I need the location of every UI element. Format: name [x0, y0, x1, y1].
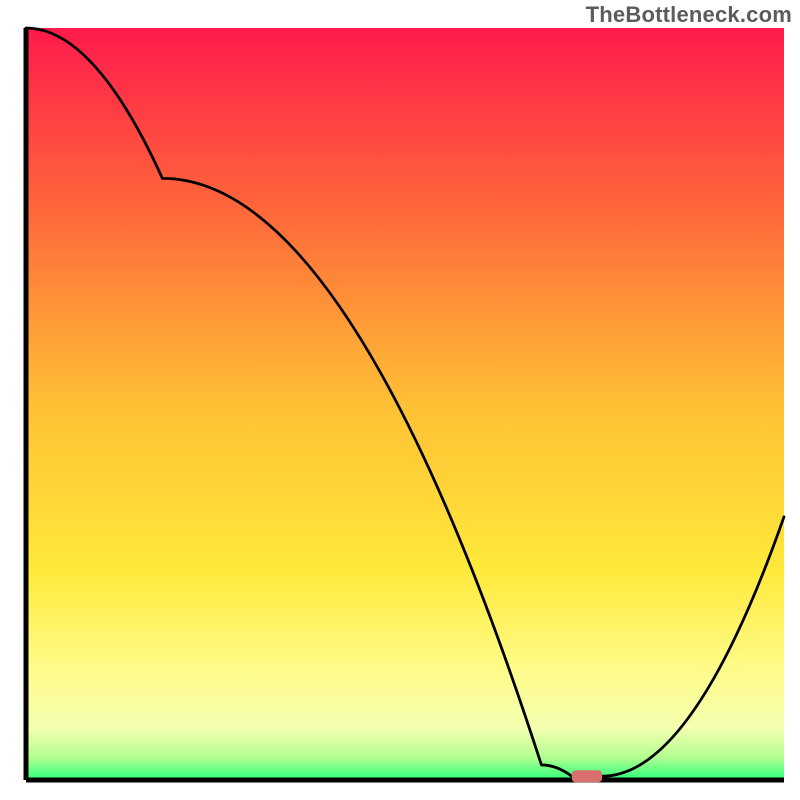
watermark-text: TheBottleneck.com [586, 2, 792, 28]
plot-background [26, 28, 784, 780]
optimal-marker [572, 770, 602, 782]
bottleneck-chart [0, 0, 800, 800]
chart-container: TheBottleneck.com [0, 0, 800, 800]
